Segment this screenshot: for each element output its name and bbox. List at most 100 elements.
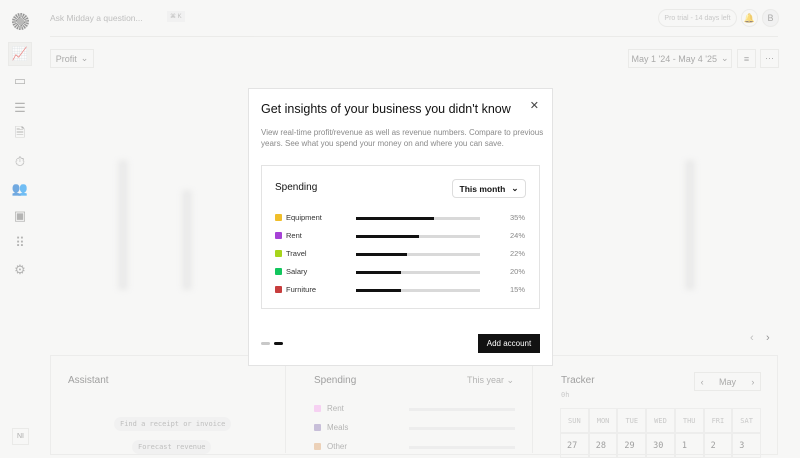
category-label: Rent <box>327 404 344 413</box>
apps-icon: ⠿ <box>15 235 25 250</box>
progress-track <box>356 235 480 238</box>
calendar-day[interactable]: 28 <box>588 433 618 458</box>
progress-track <box>356 271 480 274</box>
sidebar-item-overview[interactable]: 📈 <box>8 42 32 66</box>
chevron-right-icon[interactable]: › <box>751 377 754 387</box>
chart-prev-button[interactable]: ‹ <box>750 332 754 344</box>
close-icon[interactable]: ✕ <box>530 99 539 112</box>
progress-fill <box>356 289 401 292</box>
progress-fill <box>356 253 407 256</box>
progress-fill <box>356 271 401 274</box>
category-percent: 22% <box>509 249 525 258</box>
weekday-header: SUN <box>560 408 589 433</box>
sidebar-item-customers[interactable]: 👥 <box>8 177 32 201</box>
calendar-day[interactable]: 29 <box>617 433 647 458</box>
tracker-total: 0h <box>561 391 570 399</box>
sidebar-item-transactions[interactable]: ☰ <box>8 96 32 120</box>
tracker-calendar: SUN MON TUE WED THU FRI SAT 27 28 29 30 1 2 3 <box>560 408 761 458</box>
chevron-left-icon[interactable]: ‹ <box>701 377 704 387</box>
category-swatch <box>275 268 282 275</box>
assistant-title: Assistant <box>68 375 109 386</box>
progress-track <box>356 289 480 292</box>
category-percent: 20% <box>509 267 525 276</box>
calendar-day[interactable]: 27 <box>560 433 589 458</box>
more-icon: ⋯ <box>765 53 774 63</box>
category-swatch <box>314 405 321 412</box>
category-percent: 35% <box>509 213 525 222</box>
logo <box>12 13 29 30</box>
sidebar-item-invoices[interactable]: 🗎 <box>8 123 32 147</box>
modal-title: Get insights of your business you didn't… <box>261 102 511 116</box>
spending-preview-card: Spending This month ⌄ Equipment 35% Rent 24%… <box>261 165 540 309</box>
calendar-day[interactable]: 30 <box>646 433 675 458</box>
spending-row: Salary 20% <box>275 267 525 277</box>
user-menu[interactable]: NI <box>12 428 29 445</box>
filter-icon: ≡ <box>743 53 750 64</box>
date-range-select[interactable]: May 1 '24 - May 4 '25 ⌄ <box>628 49 732 68</box>
avatar[interactable]: B <box>762 9 779 27</box>
sidebar-item-apps[interactable]: ⠿ <box>8 231 32 255</box>
spending-row: Travel 22% <box>275 249 525 259</box>
list-icon: ☰ <box>14 100 26 115</box>
trial-badge[interactable]: Pro trial - 14 days left <box>658 9 737 27</box>
spending-row: Other <box>314 442 516 452</box>
sidebar-item-settings[interactable]: ⚙ <box>8 258 32 282</box>
chart-next-button[interactable]: › <box>766 332 770 344</box>
category-swatch <box>275 250 282 257</box>
spending-row: Equipment 35% <box>275 213 525 223</box>
chart-bar <box>182 190 192 290</box>
step-indicator-active[interactable] <box>274 342 283 345</box>
vault-icon: ▣ <box>13 208 27 223</box>
chevron-down-icon: ⌄ <box>80 53 89 63</box>
category-label: Travel <box>286 249 307 258</box>
weekday-header: WED <box>646 408 675 433</box>
spending-row: Furniture 15% <box>275 285 525 295</box>
divider <box>532 355 533 453</box>
suggestion-chip[interactable]: Find a receipt or invoice <box>114 417 232 431</box>
month-navigator[interactable]: ‹ May › <box>694 372 761 391</box>
period-label: This year <box>467 375 505 385</box>
sidebar-item-vault[interactable]: ▣ <box>8 204 32 228</box>
calendar-day[interactable]: 2 <box>703 433 733 458</box>
calendar-day[interactable]: 1 <box>674 433 704 458</box>
modal-description: View real-time profit/revenue as well as… <box>261 128 544 148</box>
sidebar-item-tracker[interactable]: ⏱ <box>8 150 32 174</box>
add-account-button[interactable]: Add account <box>478 334 540 353</box>
period-select[interactable]: This month ⌄ <box>452 179 526 198</box>
category-label: Equipment <box>286 213 322 222</box>
progress-track <box>356 217 480 220</box>
search-input[interactable]: Ask Midday a question... <box>50 13 143 23</box>
divider <box>285 355 286 453</box>
category-swatch <box>275 232 282 239</box>
filter-button[interactable]: ≡ <box>737 49 756 68</box>
category-percent: 15% <box>509 285 525 294</box>
chart-icon: 📈 <box>11 46 29 61</box>
tracker-title: Tracker <box>561 375 595 386</box>
category-label: Other <box>327 442 348 451</box>
progress-track <box>409 427 515 430</box>
timer-icon: ⏱ <box>14 154 26 169</box>
chart-bar <box>685 160 695 290</box>
weekday-header: MON <box>588 408 618 433</box>
sidebar-item-inbox[interactable]: ▭ <box>8 69 32 93</box>
calendar-day[interactable]: 3 <box>732 433 761 458</box>
spending-period-select[interactable]: This year ⌄ <box>467 375 514 386</box>
progress-track <box>409 446 515 449</box>
category-label: Salary <box>286 267 308 276</box>
more-button[interactable]: ⋯ <box>760 49 779 68</box>
category-swatch <box>275 286 282 293</box>
suggestion-chip[interactable]: Forecast revenue <box>132 440 212 454</box>
document-icon: 🗎 <box>14 125 26 140</box>
insights-modal: Get insights of your business you didn't… <box>248 88 553 366</box>
category-label: Rent <box>286 231 302 240</box>
gear-icon: ⚙ <box>14 262 26 277</box>
notifications-button[interactable]: 🔔 <box>741 9 758 27</box>
progress-fill <box>356 217 435 220</box>
progress-fill <box>356 235 420 238</box>
spending-title: Spending <box>314 375 357 386</box>
step-indicator[interactable] <box>261 342 270 345</box>
metric-select[interactable]: Profit ⌄ <box>50 49 94 68</box>
chevron-down-icon: ⌄ <box>511 183 519 193</box>
spending-row: Meals <box>314 423 516 433</box>
month-label: May <box>718 376 736 387</box>
